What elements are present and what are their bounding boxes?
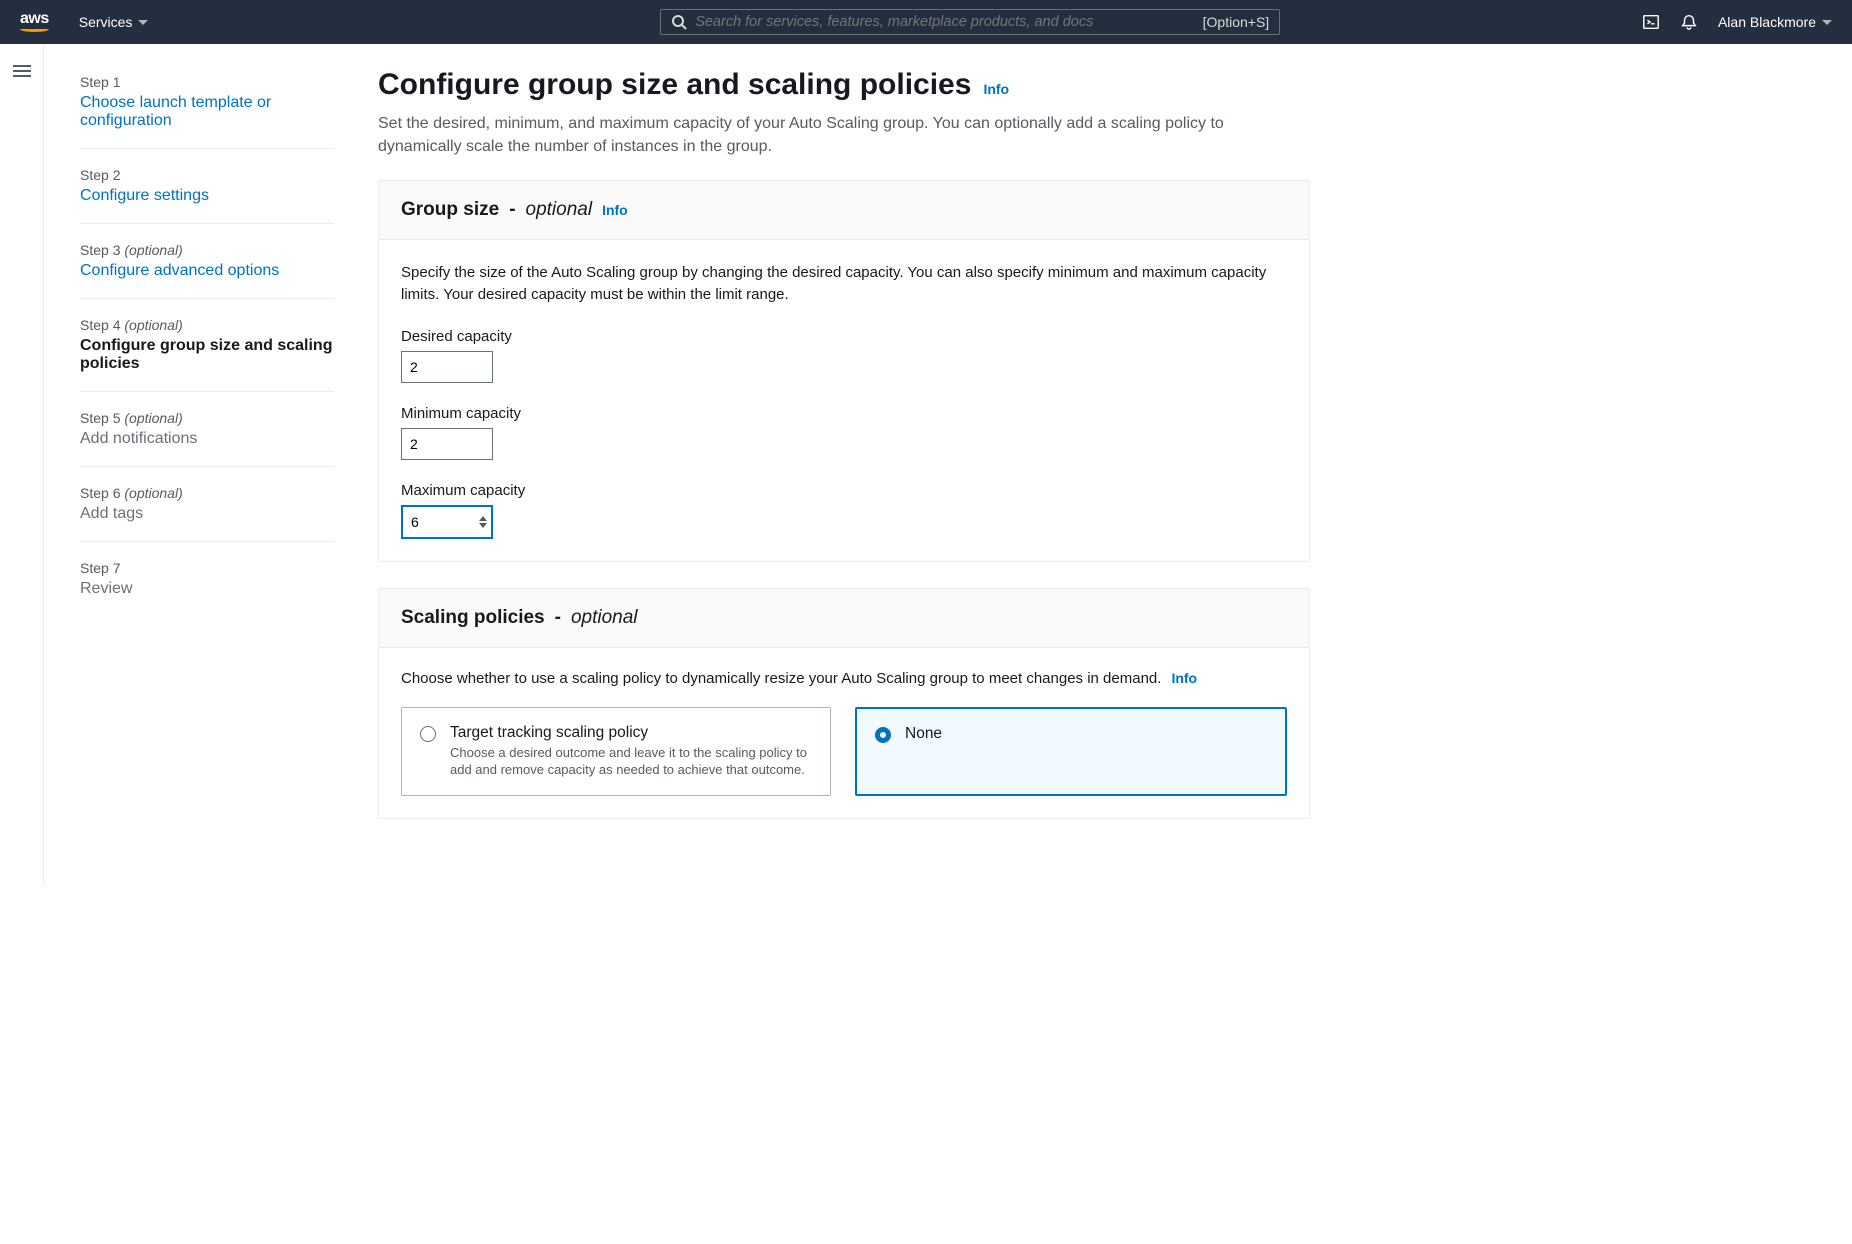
scaling-policies-heading: Scaling policies (401, 607, 545, 629)
chevron-up-icon[interactable] (479, 516, 487, 521)
scaling-policies-panel: Scaling policies - optional Choose wheth… (378, 588, 1310, 819)
desired-capacity-label: Desired capacity (401, 328, 1287, 345)
step-link-5: Add notifications (80, 430, 334, 448)
group-size-panel: Group size - optional Info Specify the s… (378, 180, 1310, 562)
search-input[interactable] (695, 14, 1192, 30)
side-drawer-toggle[interactable] (13, 62, 31, 885)
page-info-link[interactable]: Info (983, 81, 1009, 97)
step-number: Step 1 (80, 74, 120, 90)
tile-target-title: Target tracking scaling policy (450, 724, 812, 742)
minimum-capacity-label: Minimum capacity (401, 405, 1287, 422)
search-shortcut: [Option+S] (1203, 14, 1270, 30)
bell-icon[interactable] (1680, 13, 1698, 31)
tile-target-tracking[interactable]: Target tracking scaling policy Choose a … (401, 707, 831, 796)
tile-none-title: None (905, 725, 942, 743)
group-size-heading: Group size (401, 199, 499, 221)
aws-logo[interactable]: aws (20, 12, 49, 32)
caret-down-icon (1822, 20, 1832, 25)
step-link-3[interactable]: Configure advanced options (80, 262, 334, 280)
step-number: Step 5 (80, 410, 120, 426)
wizard-steps: Step 1 Choose launch template or configu… (44, 44, 354, 885)
maximum-capacity-label: Maximum capacity (401, 482, 1287, 499)
step-link-6: Add tags (80, 505, 334, 523)
step-number: Step 6 (80, 485, 120, 501)
caret-down-icon (138, 20, 148, 25)
global-search[interactable]: [Option+S] (660, 9, 1280, 35)
step-number: Step 4 (80, 317, 120, 333)
page-title: Configure group size and scaling policie… (378, 68, 971, 102)
account-menu[interactable]: Alan Blackmore (1718, 14, 1832, 30)
top-nav: aws Services [Option+S] Alan Blackmore (0, 0, 1852, 44)
username-label: Alan Blackmore (1718, 14, 1816, 30)
radio-unchecked-icon (420, 726, 436, 742)
services-label: Services (79, 14, 133, 30)
page-description: Set the desired, minimum, and maximum ca… (378, 112, 1310, 158)
minimum-capacity-input[interactable] (401, 428, 493, 460)
number-stepper[interactable] (479, 516, 487, 528)
tile-target-desc: Choose a desired outcome and leave it to… (450, 744, 812, 779)
desired-capacity-input[interactable] (401, 351, 493, 383)
group-size-info-link[interactable]: Info (602, 202, 628, 218)
tile-none[interactable]: None (855, 707, 1287, 796)
scaling-policies-description: Choose whether to use a scaling policy t… (401, 670, 1161, 687)
maximum-capacity-input[interactable] (411, 514, 461, 530)
step-link-7: Review (80, 580, 334, 598)
search-icon (671, 14, 687, 30)
step-number: Step 3 (80, 242, 120, 258)
step-link-1[interactable]: Choose launch template or configuration (80, 94, 334, 130)
group-size-description: Specify the size of the Auto Scaling gro… (401, 262, 1287, 306)
step-link-4-current: Configure group size and scaling policie… (80, 337, 334, 373)
cloudshell-icon[interactable] (1642, 13, 1660, 31)
step-link-2[interactable]: Configure settings (80, 187, 334, 205)
step-number: Step 2 (80, 167, 120, 183)
scaling-policies-info-link[interactable]: Info (1171, 670, 1197, 686)
radio-checked-icon (875, 727, 891, 743)
step-number: Step 7 (80, 560, 120, 576)
maximum-capacity-input-wrap (401, 505, 493, 539)
services-menu[interactable]: Services (79, 14, 149, 30)
chevron-down-icon[interactable] (479, 523, 487, 528)
